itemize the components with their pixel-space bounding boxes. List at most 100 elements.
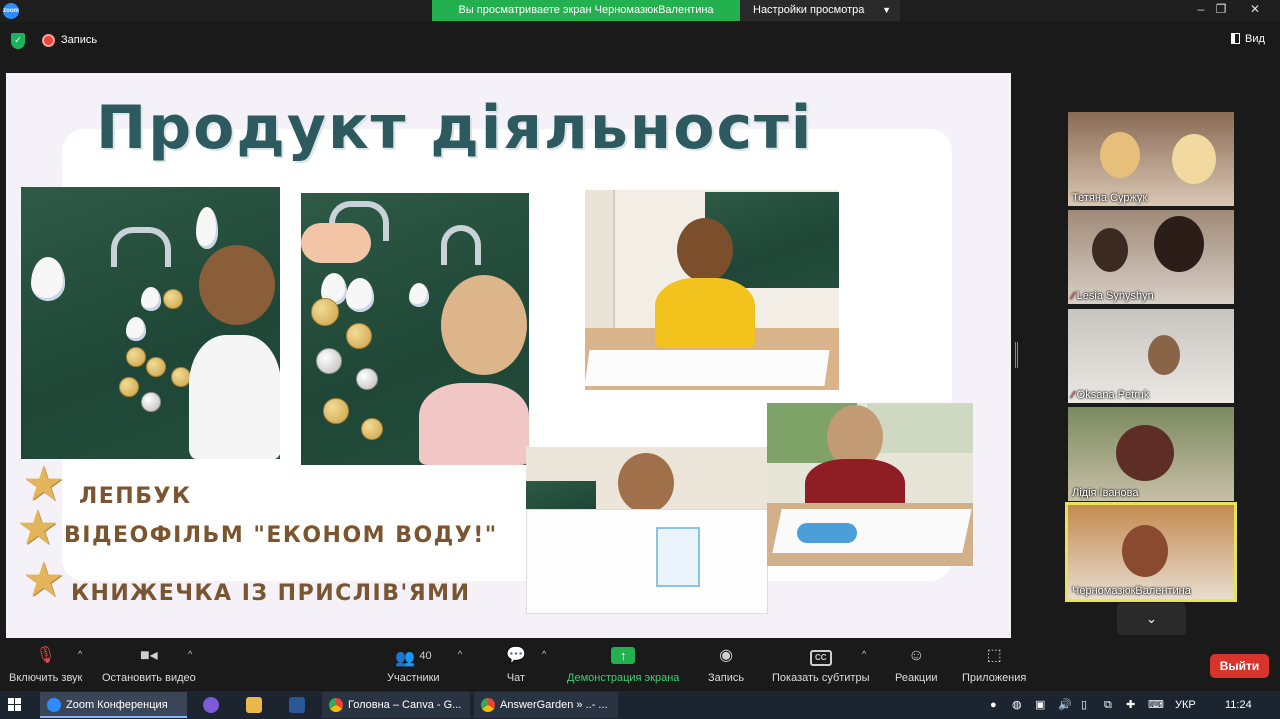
view-options-label: Настройки просмотра: [753, 4, 865, 16]
windows-start-icon[interactable]: [8, 698, 22, 712]
bullet-booklet: КНИЖЕЧКА ІЗ ПРИСЛІВ'ЯМИ: [71, 581, 471, 606]
captions-label: Показать субтитры: [772, 672, 870, 684]
water-drop-icon: [31, 257, 65, 301]
apps-button[interactable]: ⬚ Приложения: [962, 645, 1026, 684]
smiley-icon: ☺: [908, 647, 925, 664]
blue-drawing: [797, 523, 857, 543]
participant-video: [1100, 132, 1140, 178]
lapbook-picture: [656, 527, 700, 587]
taskbar-chrome-answergarden[interactable]: AnswerGarden » ..- ...: [474, 692, 618, 718]
word-icon[interactable]: [289, 697, 305, 713]
reactions-button[interactable]: ☺ Реакции: [895, 645, 938, 684]
star-icon: ★: [16, 502, 60, 555]
taskbar-canva-label: Головна – Canva - G...: [348, 699, 462, 711]
participant-name-row: ⁄ Lesia Synyshyn: [1072, 290, 1154, 302]
taskbar-chrome-canva[interactable]: Головна – Canva - G...: [322, 692, 470, 718]
caret-up-icon: ^: [542, 649, 547, 659]
leave-meeting-button[interactable]: Выйти: [1210, 654, 1269, 678]
coin-icon: [323, 398, 349, 424]
viber-tray-icon[interactable]: ◍: [1012, 691, 1022, 719]
photo-girl-at-desk: [767, 403, 973, 566]
stop-video-button[interactable]: ■◂ Остановить видео: [102, 645, 196, 684]
coin-icon: [311, 298, 339, 326]
gallery-more-button[interactable]: ⌄: [1117, 603, 1186, 635]
chat-icon: 💬: [506, 647, 526, 664]
captions-button[interactable]: CC Показать субтитры: [772, 645, 870, 684]
device-tray-icon[interactable]: ⌨: [1148, 691, 1164, 719]
participant-tile[interactable]: Лідія Іванова: [1068, 407, 1234, 501]
chrome-icon: [481, 698, 495, 712]
bullet-lapbook: ЛЕПБУК: [79, 484, 192, 509]
lapbook: [526, 509, 768, 614]
chat-button[interactable]: 💬 Чат: [506, 645, 526, 684]
share-screen-label: Демонстрация экрана: [567, 672, 680, 684]
record-label: Запись: [708, 672, 745, 684]
participant-tile[interactable]: ⁄ Lesia Synyshyn: [1068, 210, 1234, 304]
participant-tile-active-speaker[interactable]: ЧерномазюкВалентина: [1065, 502, 1237, 602]
unmute-button[interactable]: 🎙 Включить звук: [9, 645, 82, 684]
meeting-toolbar: 🎙 Включить звук ^ ■◂ Остановить видео ^ …: [0, 639, 1280, 691]
chat-label: Чат: [506, 672, 526, 684]
view-options-dropdown[interactable]: Настройки просмотра ▼: [740, 0, 900, 21]
chrome-icon: [329, 698, 343, 712]
clock[interactable]: 11:24: [1225, 691, 1252, 719]
lapbook: [585, 350, 830, 386]
participant-tile[interactable]: Тетяна Суржук: [1068, 112, 1234, 206]
child-head: [199, 245, 275, 325]
grid-view-icon: [1231, 33, 1240, 44]
security-shield-icon[interactable]: ✓: [11, 33, 25, 49]
record-button[interactable]: ◉ Запись: [708, 645, 744, 684]
participant-name: Lesia Synyshyn: [1076, 290, 1154, 302]
water-drop-icon: [196, 207, 218, 249]
network-icon[interactable]: ⧉: [1104, 691, 1112, 719]
mic-muted-icon: ⁄: [1072, 291, 1074, 302]
participant-video: [1172, 134, 1216, 184]
restore-button[interactable]: ❐: [1206, 0, 1236, 20]
participant-tile[interactable]: ⁄ Oksana Petruk: [1068, 309, 1234, 403]
zoom-icon: zoom: [3, 3, 19, 19]
caret-up-icon: ^: [78, 649, 83, 659]
meeting-info-bar: ✓ Запись Вид: [0, 22, 1280, 60]
viber-icon[interactable]: [203, 697, 219, 713]
share-screen-button[interactable]: ↑ Демонстрация экрана: [567, 645, 679, 684]
participant-video: [1148, 335, 1180, 375]
child-head: [677, 218, 733, 282]
zoom-window: zoom Вы просматриваете экран ЧерномазюкВ…: [0, 0, 1280, 719]
recording-label[interactable]: Запись: [61, 34, 97, 46]
taskbar-answergarden-label: AnswerGarden » ..- ...: [500, 699, 608, 711]
file-explorer-icon[interactable]: [246, 697, 262, 713]
hands-image: [301, 223, 371, 263]
view-button[interactable]: Вид: [1231, 33, 1265, 45]
participants-button[interactable]: 👥 40 Участники: [387, 645, 440, 684]
participant-name-row: ⁄ Oksana Petruk: [1072, 389, 1149, 401]
coin-icon: [346, 323, 372, 349]
zoom-icon: [47, 698, 61, 712]
participants-icon: 👥 40: [394, 650, 432, 667]
close-button[interactable]: ✕: [1240, 0, 1270, 20]
mic-muted-icon: ⁄: [1072, 390, 1074, 401]
coin-icon: [163, 289, 183, 309]
participant-name: Лідія Іванова: [1072, 487, 1139, 499]
reactions-label: Реакции: [895, 672, 938, 684]
child-body: [655, 278, 755, 348]
record-icon: ◉: [719, 647, 734, 664]
security-tray-icon[interactable]: ✚: [1126, 691, 1135, 719]
tray-app-icon[interactable]: ▣: [1035, 691, 1045, 719]
faucet-icon: [441, 225, 481, 265]
volume-icon[interactable]: 🔊: [1058, 691, 1072, 719]
title-bar: zoom Вы просматриваете экран ЧерномазюкВ…: [0, 0, 1280, 22]
participants-count: 40: [419, 650, 432, 662]
caret-up-icon: ^: [862, 649, 867, 659]
zoom-tray-icon[interactable]: ●: [990, 691, 997, 719]
coin-icon: [119, 377, 139, 397]
taskbar-zoom[interactable]: Zoom Конференция: [40, 692, 187, 718]
input-language[interactable]: УКР: [1175, 691, 1196, 719]
battery-icon[interactable]: ▯: [1081, 691, 1087, 719]
video-camera-icon: ■◂: [140, 647, 158, 664]
coin-icon: [126, 347, 146, 367]
participant-video: [1122, 525, 1168, 577]
panel-splitter-handle[interactable]: [1015, 342, 1018, 368]
taskbar-zoom-label: Zoom Конференция: [66, 699, 168, 711]
coin-icon: [361, 418, 383, 440]
child-head: [441, 275, 527, 375]
